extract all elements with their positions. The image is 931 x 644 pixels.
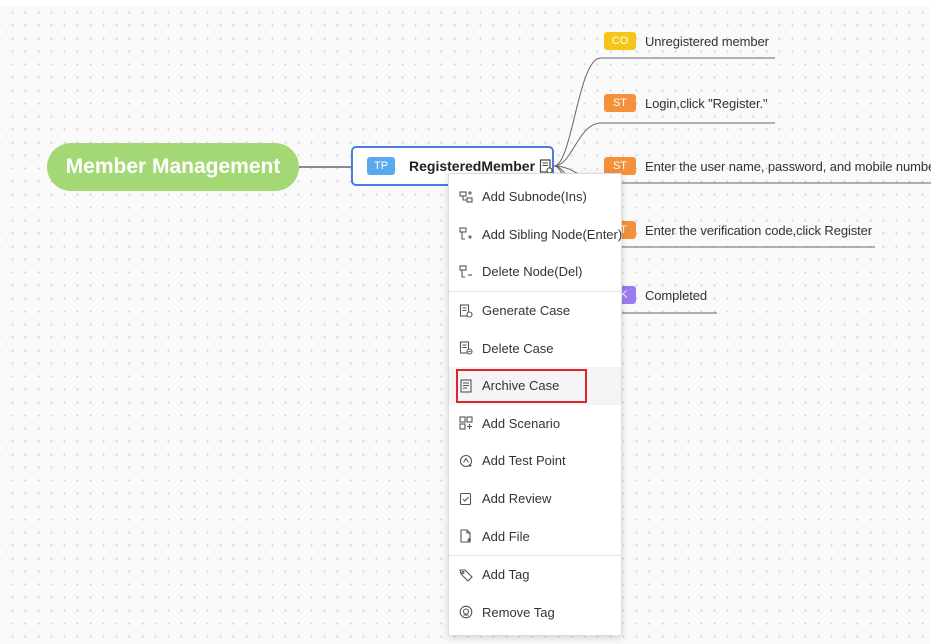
menu-item-label: Add Sibling Node(Enter) (482, 226, 623, 242)
menu-item-label: Add Tag (482, 567, 530, 583)
menu-item-label: Generate Case (482, 303, 571, 319)
context-menu: Add Subnode(Ins) Add Sibling Node(Enter)… (448, 173, 623, 637)
tag-icon (459, 568, 473, 582)
menu-item-label: Remove Tag (482, 604, 555, 620)
child-label: Completed (645, 287, 707, 303)
menu-item-add-scenario[interactable]: Add Scenario (449, 405, 621, 443)
top-strip (0, 0, 931, 6)
child-tag: CO (604, 32, 636, 50)
delete-node-icon (459, 265, 473, 279)
child-tag: ST (604, 94, 636, 112)
menu-item-label: Add Review (482, 491, 552, 507)
child-node[interactable]: ST Login,click "Register." (604, 94, 768, 112)
archive-case-icon (459, 379, 473, 393)
add-test-point-icon (459, 454, 473, 468)
child-node[interactable]: CO Unregistered member (604, 32, 769, 50)
add-review-icon (459, 492, 473, 506)
child-label: Unregistered member (645, 33, 769, 49)
menu-item-delete-node[interactable]: Delete Node(Del) (449, 253, 621, 291)
add-subnode-icon (459, 190, 473, 204)
menu-item-add-sibling[interactable]: Add Sibling Node(Enter) (449, 216, 623, 254)
add-file-icon (459, 529, 473, 543)
menu-item-archive-case[interactable]: Archive Case (449, 366, 621, 405)
add-scenario-icon (459, 416, 473, 430)
menu-item-add-subnode[interactable]: Add Subnode(Ins) (449, 178, 621, 216)
menu-item-add-file[interactable]: Add File (449, 517, 621, 555)
child-label: Enter the user name, password, and mobil… (645, 158, 931, 174)
menu-item-add-tag[interactable]: Add Tag (449, 556, 621, 594)
remove-tag-icon (459, 605, 473, 619)
root-node[interactable]: Member Management (47, 143, 299, 191)
child-node[interactable]: ST Enter the user name, password, and mo… (604, 157, 931, 175)
document-icon[interactable] (539, 158, 553, 174)
generate-case-icon (459, 304, 473, 318)
delete-case-icon (459, 341, 473, 355)
menu-item-label: Add Scenario (482, 415, 561, 431)
menu-item-label: Delete Case (482, 340, 554, 356)
menu-item-delete-case[interactable]: Delete Case (449, 329, 621, 367)
topic-node-label: RegisteredMember (409, 158, 536, 174)
menu-item-add-test-point[interactable]: Add Test Point (449, 442, 621, 480)
menu-item-remove-tag[interactable]: Remove Tag (449, 594, 621, 632)
menu-item-label: Delete Node(Del) (482, 264, 583, 280)
menu-item-label: Add Subnode(Ins) (482, 189, 587, 205)
child-label: Enter the verification code,click Regist… (645, 222, 873, 238)
menu-item-add-review[interactable]: Add Review (449, 480, 621, 518)
root-node-label: Member Management (65, 155, 281, 178)
menu-item-label: Archive Case (482, 378, 560, 394)
child-node[interactable]: ST Enter the verification code,click Reg… (604, 221, 872, 239)
menu-item-generate-case[interactable]: Generate Case (449, 292, 621, 330)
child-label: Login,click "Register." (645, 95, 768, 111)
topic-tag: TP (367, 157, 395, 175)
menu-item-label: Add File (482, 528, 530, 544)
add-sibling-icon (459, 227, 473, 241)
menu-item-label: Add Test Point (482, 453, 566, 469)
